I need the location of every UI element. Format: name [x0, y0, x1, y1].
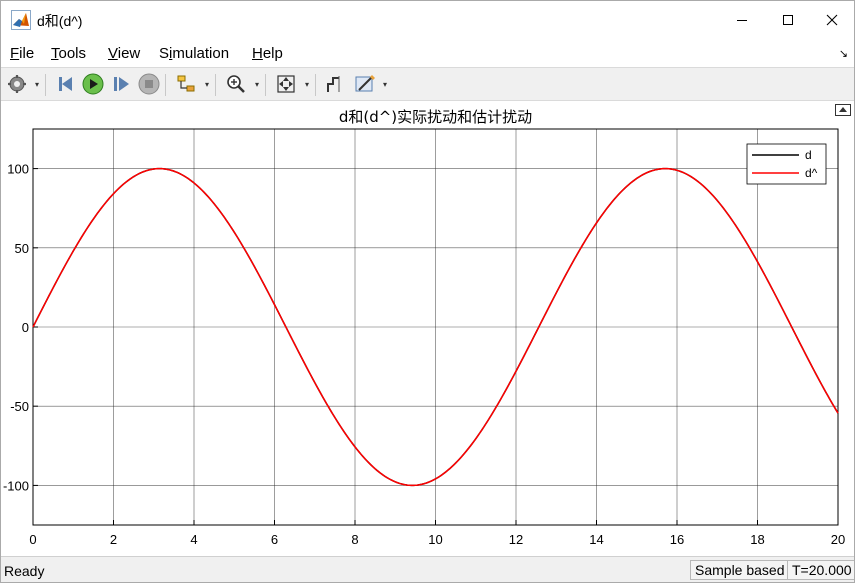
- close-button[interactable]: [809, 1, 854, 39]
- x-tick-label: 12: [509, 532, 523, 547]
- y-tick-label: -50: [10, 399, 29, 414]
- fit-to-view-icon[interactable]: [274, 72, 298, 96]
- status-bar: Ready Sample based T=20.000: [1, 556, 854, 582]
- highlight-signal-icon[interactable]: [174, 72, 198, 96]
- y-tick-label: 100: [7, 162, 29, 177]
- legend-label: d^: [805, 166, 818, 180]
- cursor-measure-icon[interactable]: [323, 72, 347, 96]
- step-back-icon[interactable]: [54, 72, 78, 96]
- x-tick-label: 4: [190, 532, 197, 547]
- toolbar-divider: [315, 74, 316, 96]
- run-icon[interactable]: [81, 72, 105, 96]
- menu-bar: File Tools View Simulation Help ↘: [1, 39, 854, 67]
- toolbar-divider: [165, 74, 166, 96]
- minimize-button[interactable]: [719, 1, 765, 39]
- y-tick-label: 0: [22, 320, 29, 335]
- x-tick-label: 20: [831, 532, 845, 547]
- maximize-button[interactable]: [765, 1, 811, 39]
- toolbar-divider: [215, 74, 216, 96]
- toolbar: ▾ ▾ ▾ ▾ ▾: [1, 67, 854, 101]
- legend-label: d: [805, 148, 812, 162]
- matlab-icon: [11, 10, 31, 30]
- chart-title: d和(d^)实际扰动和估计扰动: [339, 108, 532, 126]
- menu-file[interactable]: File: [10, 45, 34, 62]
- menu-view[interactable]: View: [108, 45, 140, 62]
- scope-chart: d和(d^)实际扰动和估计扰动 0 2 4 6 8 10 12 14 16 18 20 -100 -50 0…: [3, 108, 845, 547]
- status-sample-based: Sample based: [690, 560, 790, 580]
- menu-help[interactable]: Help: [252, 45, 283, 62]
- status-ready: Ready: [4, 563, 45, 579]
- x-tick-label: 18: [750, 532, 764, 547]
- undock-icon[interactable]: [835, 104, 851, 116]
- x-tick-label: 0: [29, 532, 36, 547]
- collapse-arrow-icon[interactable]: ↘: [839, 47, 848, 60]
- highlight-dropdown-icon[interactable]: ▾: [203, 78, 211, 90]
- scope-plot-area: d和(d^)实际扰动和估计扰动 0 2 4 6 8 10 12 14 16 18 20 -100 -50 0…: [1, 101, 854, 556]
- x-tick-label: 6: [271, 532, 278, 547]
- style-icon[interactable]: [353, 72, 377, 96]
- y-tick-label: -100: [3, 478, 29, 493]
- scope-window: d和(d^) File Tools View Simulation Help ↘…: [0, 0, 855, 583]
- x-tick-label: 14: [589, 532, 603, 547]
- settings-icon[interactable]: [5, 72, 29, 96]
- x-tick-label: 16: [670, 532, 684, 547]
- x-tick-label: 2: [110, 532, 117, 547]
- stop-icon[interactable]: [137, 72, 161, 96]
- toolbar-divider: [265, 74, 266, 96]
- menu-tools[interactable]: Tools: [51, 45, 86, 62]
- x-tick-label: 10: [428, 532, 442, 547]
- x-tick-label: 8: [351, 532, 358, 547]
- settings-dropdown-icon[interactable]: ▾: [33, 78, 41, 90]
- zoom-icon[interactable]: [224, 72, 248, 96]
- zoom-dropdown-icon[interactable]: ▾: [253, 78, 261, 90]
- status-time: T=20.000: [787, 560, 854, 580]
- y-tick-label: 50: [15, 241, 29, 256]
- window-title: d和(d^): [37, 13, 83, 29]
- title-bar: d和(d^): [1, 1, 854, 39]
- style-dropdown-icon[interactable]: ▾: [381, 78, 389, 90]
- menu-simulation[interactable]: Simulation: [159, 45, 229, 62]
- fit-dropdown-icon[interactable]: ▾: [303, 78, 311, 90]
- step-forward-icon[interactable]: [109, 72, 133, 96]
- toolbar-divider: [45, 74, 46, 96]
